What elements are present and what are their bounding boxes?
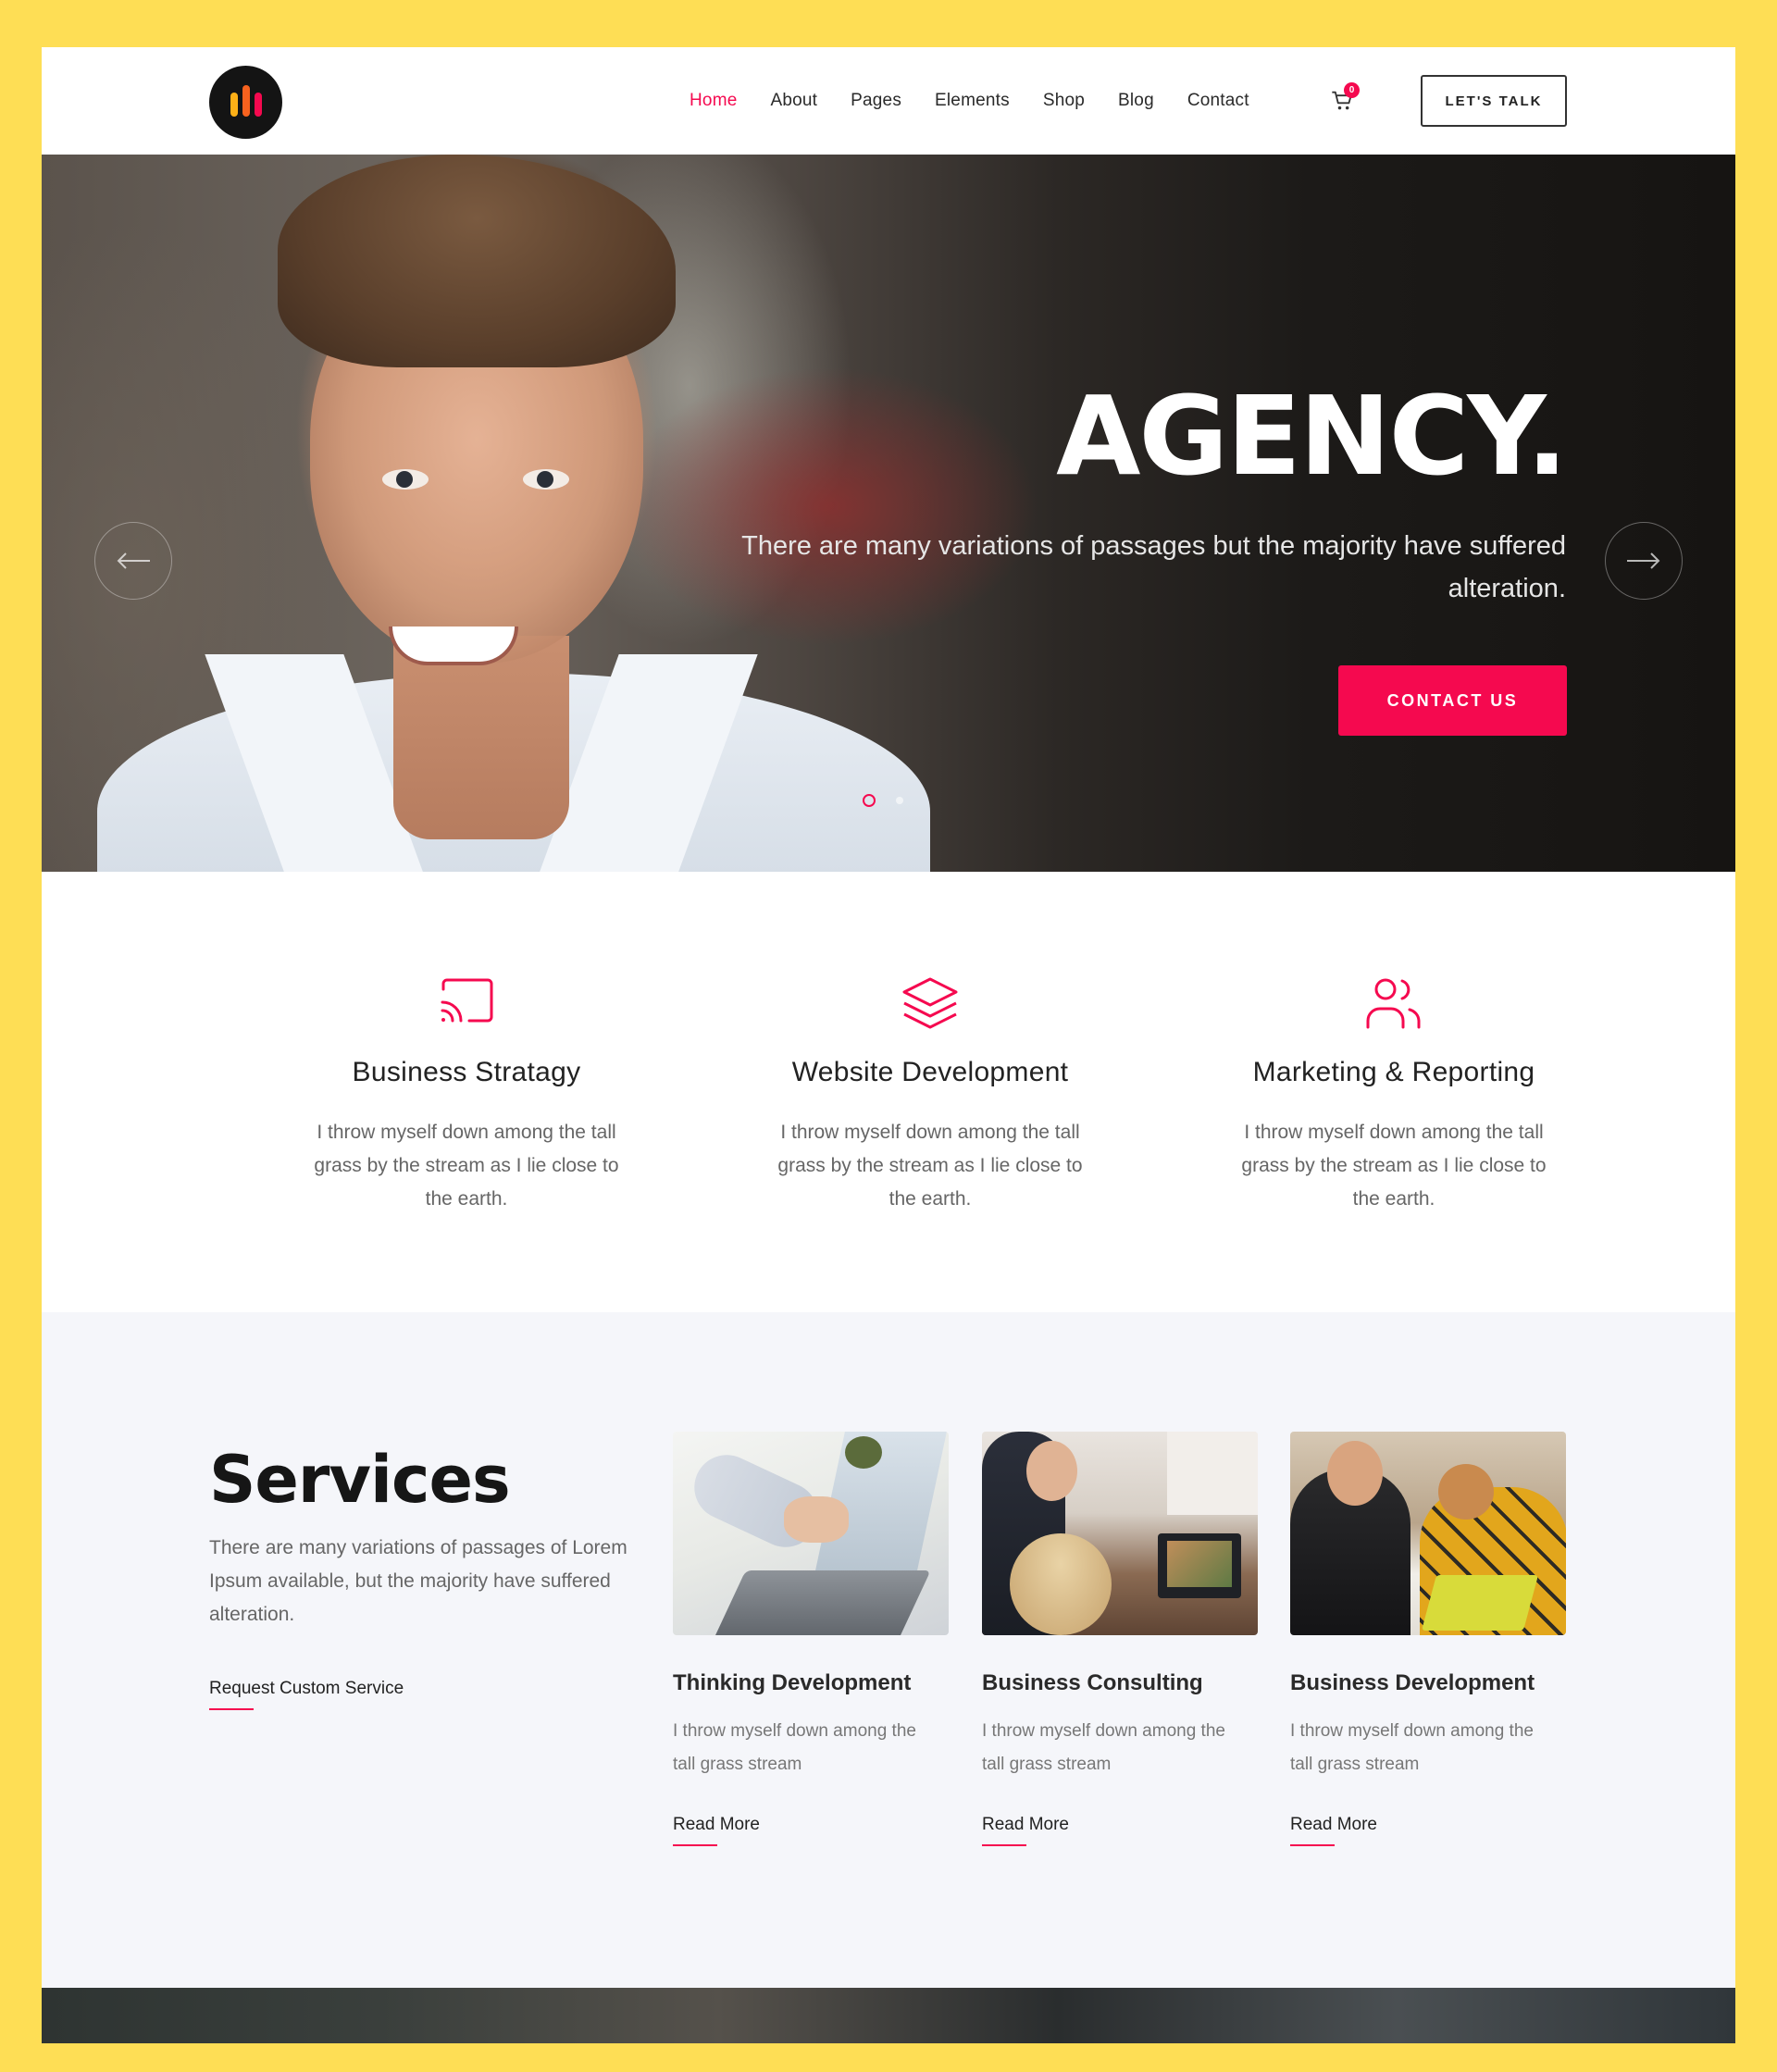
request-custom-service-link[interactable]: Request Custom Service (209, 1679, 404, 1710)
logo-bar-orange (242, 85, 250, 117)
cast-icon (441, 978, 493, 1023)
link-underline (209, 1708, 254, 1710)
lets-talk-button[interactable]: LET'S TALK (1421, 75, 1567, 127)
service-card: Thinking Development I throw myself down… (673, 1432, 949, 1846)
person-front-hair (1010, 1533, 1112, 1635)
logo-bar-pink (254, 93, 262, 117)
nav-item-elements[interactable]: Elements (935, 91, 1010, 111)
features-section: Business Stratagy I throw myself down am… (42, 872, 1735, 1312)
arrow-right-icon (1627, 552, 1660, 569)
hand (784, 1496, 849, 1543)
read-more-link[interactable]: Read More (982, 1815, 1258, 1846)
read-more-label: Read More (982, 1815, 1069, 1834)
contact-us-button[interactable]: CONTACT US (1338, 665, 1567, 736)
service-photo-meeting (982, 1432, 1258, 1635)
nav-item-shop[interactable]: Shop (1043, 91, 1085, 111)
service-card-text: I throw myself down among the tall grass… (1290, 1721, 1534, 1774)
link-underline (673, 1844, 717, 1846)
users-icon (1366, 978, 1421, 1029)
site-logo[interactable] (209, 66, 282, 139)
nav-item-about[interactable]: About (770, 91, 817, 111)
slider-next-button[interactable] (1605, 522, 1683, 600)
main-nav: Home About Pages Elements Shop Blog Cont… (690, 47, 1283, 155)
laptop-keyboard (711, 1570, 931, 1635)
services-section: Services There are many variations of pa… (42, 1312, 1735, 1988)
read-more-label: Read More (673, 1815, 760, 1834)
feature-title: Marketing & Reporting (1252, 1057, 1535, 1087)
cart-count-badge: 0 (1344, 82, 1360, 98)
service-card-title: Business Development (1290, 1670, 1535, 1695)
slider-dot-2[interactable] (896, 797, 903, 804)
slider-dots (863, 794, 903, 807)
feature-item: Marketing & Reporting I throw myself dow… (1199, 872, 1588, 1216)
service-card-title: Thinking Development (673, 1670, 912, 1695)
read-more-label: Read More (1290, 1815, 1377, 1834)
hero-photo-eye-left (382, 469, 429, 490)
nav-item-pages[interactable]: Pages (851, 91, 901, 111)
yellow-laptop (1421, 1575, 1539, 1631)
request-link-label: Request Custom Service (209, 1679, 404, 1698)
link-underline (1290, 1844, 1335, 1846)
feature-text: I throw myself down among the tall grass… (1241, 1122, 1547, 1210)
person-left-face (1026, 1441, 1077, 1501)
feature-item: Website Development I throw myself down … (736, 872, 1125, 1216)
plant (845, 1436, 882, 1469)
slider-dot-1[interactable] (863, 794, 876, 807)
hero-photo-hair (278, 155, 676, 367)
hero-subtitle: There are many variations of passages bu… (741, 531, 1566, 603)
read-more-link[interactable]: Read More (673, 1815, 949, 1846)
hero-photo-eye-right (523, 469, 569, 490)
service-card-text: I throw myself down among the tall grass… (673, 1721, 916, 1774)
arrow-left-icon (117, 552, 150, 569)
service-card: Business Consulting I throw myself down … (982, 1432, 1258, 1846)
service-card-text: I throw myself down among the tall grass… (982, 1721, 1225, 1774)
nav-item-home[interactable]: Home (690, 91, 737, 111)
hero-title: AGENCY. (1056, 372, 1568, 500)
feature-text: I throw myself down among the tall grass… (314, 1122, 619, 1210)
shelf (1167, 1432, 1258, 1515)
service-photo-team (1290, 1432, 1566, 1635)
nav-item-blog[interactable]: Blog (1118, 91, 1154, 111)
person-left-face (1327, 1441, 1383, 1506)
link-underline (982, 1844, 1026, 1846)
feature-text: I throw myself down among the tall grass… (777, 1122, 1083, 1210)
layers-icon (902, 977, 958, 1029)
page: Home About Pages Elements Shop Blog Cont… (42, 47, 1735, 2043)
feature-title: Business Stratagy (352, 1057, 581, 1087)
hero-photo-smile (389, 627, 518, 665)
feature-title: Website Development (791, 1057, 1069, 1087)
feature-item: Business Stratagy I throw myself down am… (272, 872, 661, 1216)
next-section-preview (42, 1988, 1735, 2043)
read-more-link[interactable]: Read More (1290, 1815, 1566, 1846)
nav-item-contact[interactable]: Contact (1187, 91, 1249, 111)
service-card-title: Business Consulting (982, 1670, 1203, 1695)
hero-slider: AGENCY. There are many variations of pas… (42, 155, 1735, 872)
laptop-screen (1167, 1541, 1232, 1587)
services-title: Services (209, 1442, 511, 1518)
site-header: Home About Pages Elements Shop Blog Cont… (42, 47, 1735, 155)
service-photo-laptop (673, 1432, 949, 1635)
hero-photo-neck (393, 636, 569, 839)
service-card: Business Development I throw myself down… (1290, 1432, 1566, 1846)
services-intro: There are many variations of passages of… (209, 1537, 628, 1625)
slider-prev-button[interactable] (94, 522, 172, 600)
logo-bar-yellow (230, 93, 238, 117)
person-right-hair (1438, 1464, 1494, 1520)
